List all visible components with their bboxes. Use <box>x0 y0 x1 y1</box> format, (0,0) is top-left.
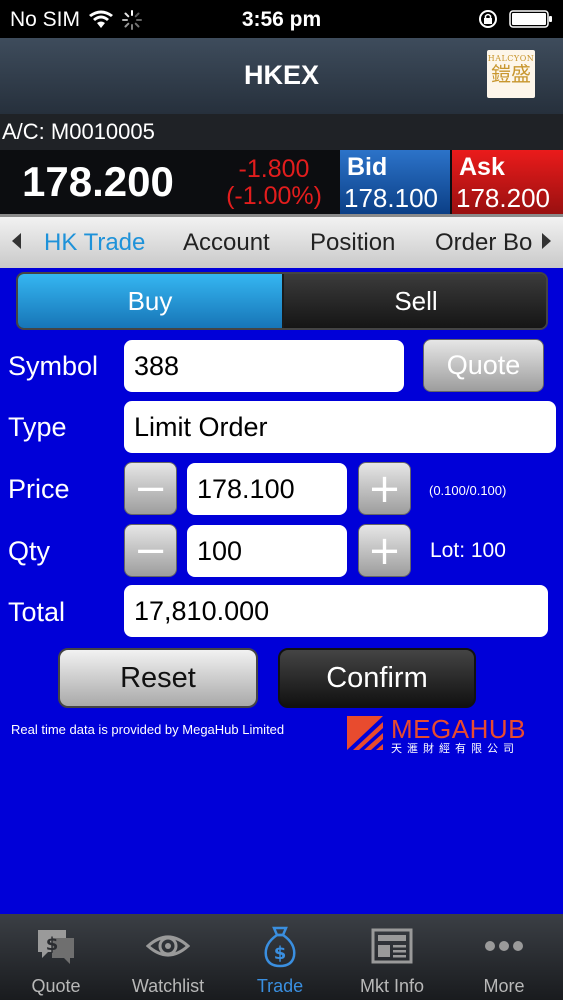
tab-account[interactable]: Account <box>183 229 270 257</box>
tabbar-trade[interactable]: $ Trade <box>224 914 336 1000</box>
account-label: A/C: M0010005 <box>0 114 563 150</box>
qty-decrement-button[interactable]: − <box>124 524 177 577</box>
order-type-select[interactable]: Limit Order <box>124 401 556 453</box>
tabbar-quote-label: Quote <box>31 976 81 996</box>
order-type-value: Limit Order <box>134 411 268 442</box>
tabbar-watchlist[interactable]: Watchlist <box>112 914 224 1000</box>
tab-order-book[interactable]: Order Bo <box>435 229 532 257</box>
data-credit: Real time data is provided by MegaHub Li… <box>11 722 285 737</box>
total-label: Total <box>8 597 66 627</box>
tabs-scroll-left-icon[interactable] <box>12 233 21 249</box>
orientation-lock-icon <box>479 10 497 28</box>
section-tabs: HK Trade Account Position Order Bo <box>0 214 563 268</box>
minus-icon: − <box>133 465 168 512</box>
megahub-chinese-name: 天滙財經有限公司 <box>391 742 519 755</box>
minus-icon: − <box>133 527 168 574</box>
price-increment-button[interactable]: + <box>358 462 411 515</box>
plus-icon: + <box>367 465 402 512</box>
quote-button-label: Quote <box>446 350 521 380</box>
eye-icon <box>146 935 190 957</box>
tabbar-watchlist-label: Watchlist <box>131 976 205 996</box>
price-label: Price <box>8 474 70 504</box>
qty-value: 100 <box>197 535 243 566</box>
price-input[interactable]: 178.100 <box>187 463 347 515</box>
ask-label: Ask <box>459 153 505 181</box>
last-price: 178.200 <box>22 158 174 205</box>
type-label: Type <box>8 412 67 442</box>
tab-position[interactable]: Position <box>310 229 395 257</box>
page-title: HKEX <box>243 60 319 90</box>
tabbar-more-label: More <box>483 976 525 996</box>
reset-button[interactable]: Reset <box>58 648 258 708</box>
lot-size: Lot: 100 <box>430 539 506 562</box>
change-percent: (-1.00%) <box>226 182 322 210</box>
newspaper-icon <box>371 928 413 964</box>
change-value: -1.800 <box>238 155 310 183</box>
tabbar-more[interactable]: More <box>448 914 560 1000</box>
ask-value: 178.200 <box>456 183 550 213</box>
tabbar-quote[interactable]: $ Quote <box>0 914 112 1000</box>
battery-icon <box>509 10 552 28</box>
sell-button[interactable]: Sell <box>284 274 546 328</box>
tabbar-mkt-info[interactable]: Mkt Info <box>336 914 448 1000</box>
status-right <box>477 8 553 30</box>
logo-big-text: 鎧盛 <box>491 62 531 86</box>
total-field: 17,810.000 <box>124 585 548 637</box>
tabbar-trade-label: Trade <box>256 976 304 996</box>
bid-box[interactable]: Bid 178.100 <box>340 150 450 214</box>
ask-box[interactable]: Ask 178.200 <box>452 150 563 214</box>
megahub-mark-icon <box>347 716 383 750</box>
qty-label: Qty <box>8 536 51 566</box>
quote-button[interactable]: Quote <box>423 339 544 392</box>
tabs-clip: HK Trade Account Position Order Bo <box>30 217 533 271</box>
more-dots-icon <box>485 941 523 951</box>
svg-text:$: $ <box>274 943 287 964</box>
status-bar: No SIM 3:56 pm <box>0 0 563 38</box>
symbol-label: Symbol <box>8 351 99 381</box>
qty-increment-button[interactable]: + <box>358 524 411 577</box>
megahub-logo: MEGAHUB 天滙財經有限公司 <box>347 714 542 755</box>
nav-bar: HKEX HALCYON 鎧盛 <box>0 38 563 114</box>
quote-bubble-icon: $ <box>38 930 74 964</box>
svg-text:$: $ <box>46 934 59 955</box>
confirm-button[interactable]: Confirm <box>278 648 476 708</box>
money-bag-icon: $ <box>264 926 296 968</box>
price-decrement-button[interactable]: − <box>124 462 177 515</box>
tabbar-mkt-info-label: Mkt Info <box>359 976 425 996</box>
total-value: 17,810.000 <box>134 595 270 626</box>
symbol-input[interactable]: 388 <box>124 340 404 392</box>
bottom-tab-bar: $ Quote Watchlist $ Trade Mkt Info More <box>0 914 563 1000</box>
tabs-scroll-right-icon[interactable] <box>542 233 551 249</box>
symbol-value: 388 <box>134 350 180 381</box>
broker-logo: HALCYON 鎧盛 <box>487 50 535 98</box>
tab-hk-trade[interactable]: HK Trade <box>44 229 145 257</box>
buy-sell-toggle: Buy Sell <box>16 272 548 330</box>
bid-label: Bid <box>347 153 388 181</box>
buy-button[interactable]: Buy <box>18 274 282 328</box>
quote-strip: 178.200 -1.800 (-1.00%) Bid 178.100 Ask … <box>0 150 563 214</box>
price-value: 178.100 <box>197 473 295 504</box>
price-change: -1.800 (-1.00%) <box>214 156 334 210</box>
qty-input[interactable]: 100 <box>187 525 347 577</box>
bid-value: 178.100 <box>344 183 438 213</box>
price-spread: (0.100/0.100) <box>429 483 507 498</box>
plus-icon: + <box>367 527 402 574</box>
